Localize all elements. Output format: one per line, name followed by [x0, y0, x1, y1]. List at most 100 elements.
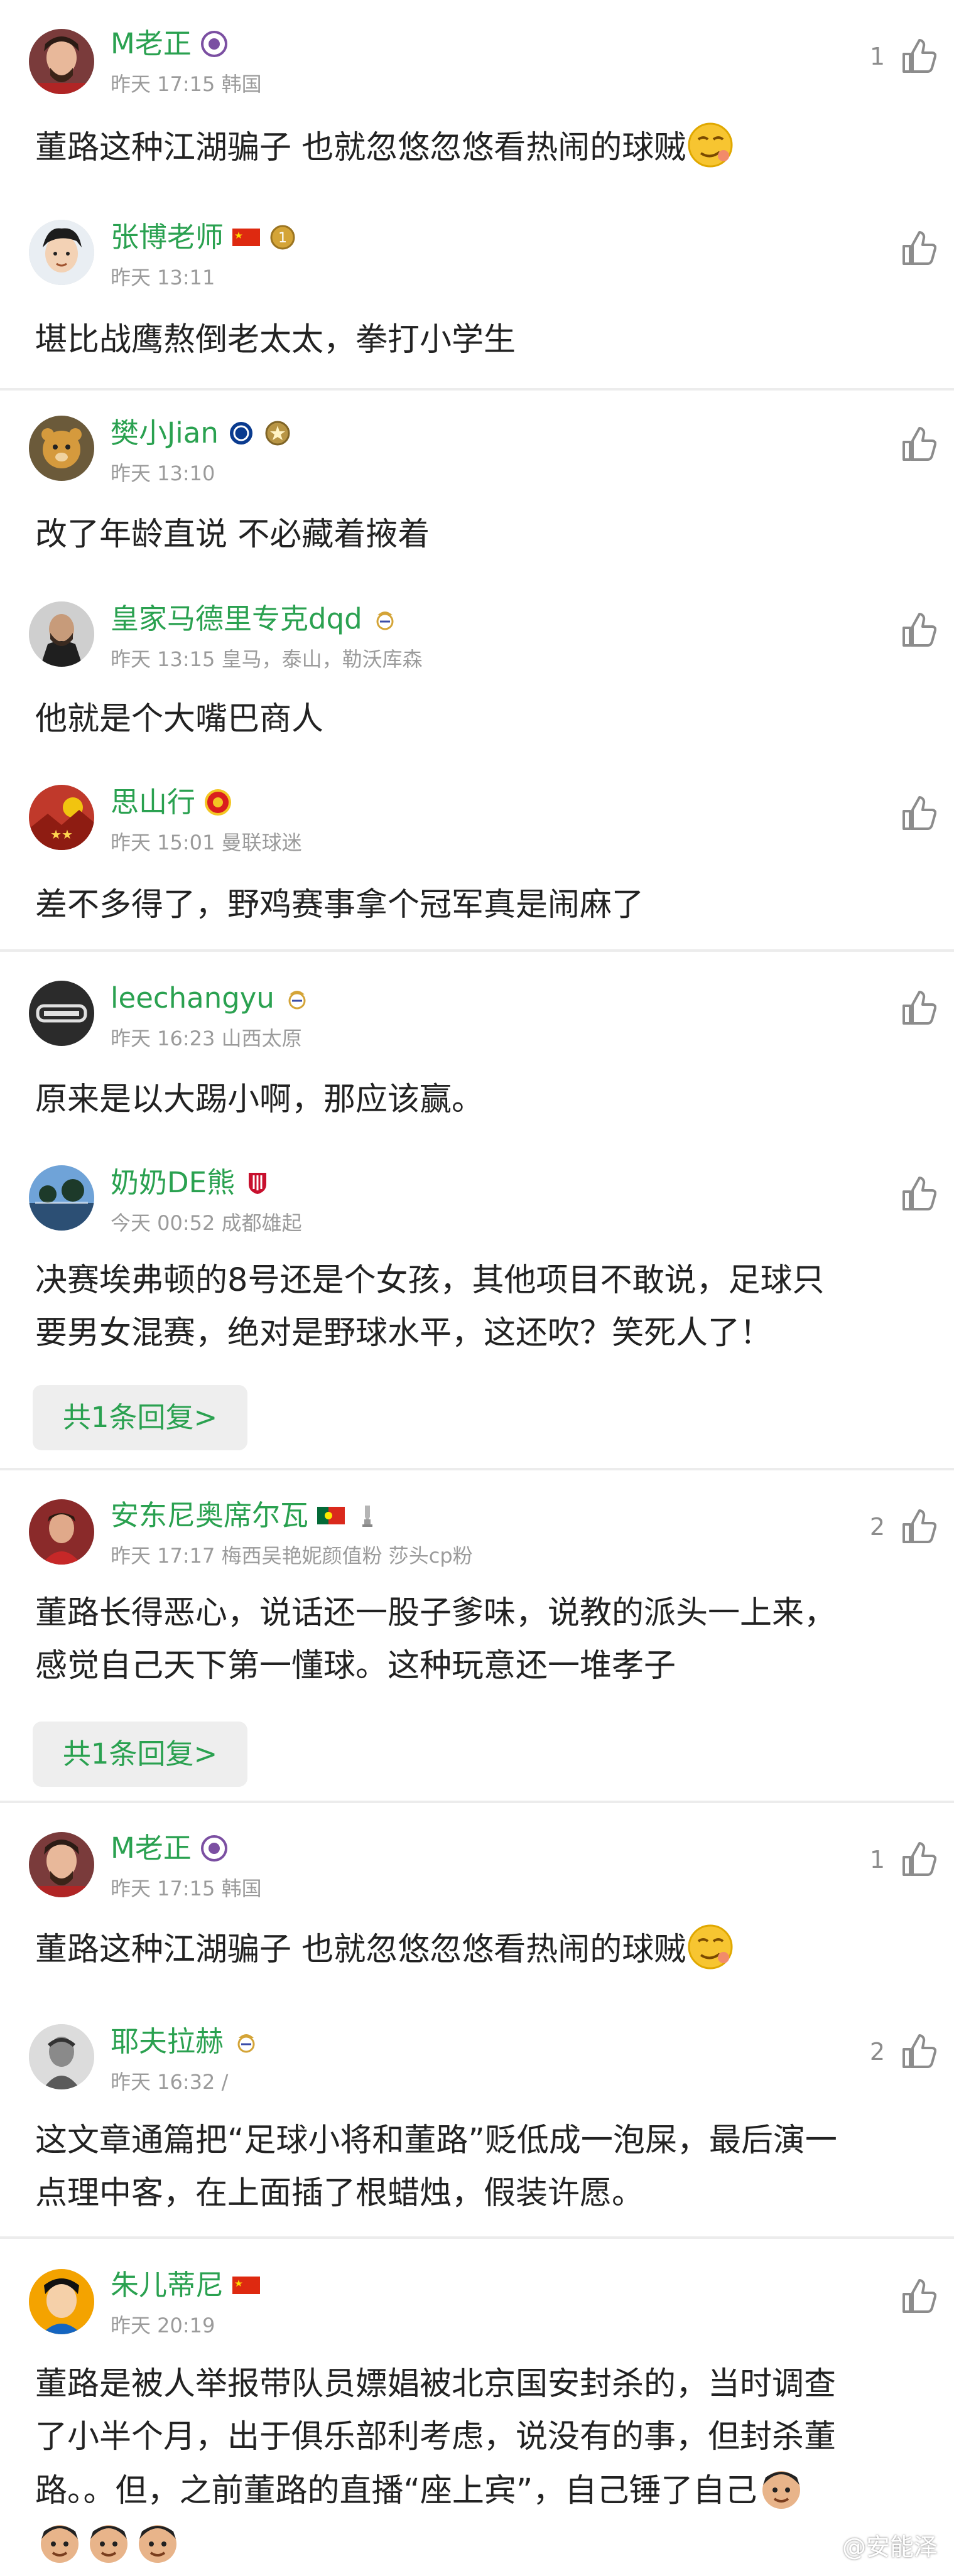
- comment-item: 朱儿蒂尼 昨天 20:19 董路是被人举报带队员嫖娼被北京国安封杀的，当时调查 …: [0, 2239, 954, 2576]
- username[interactable]: 皇家马德里专克dqd: [111, 600, 362, 638]
- like-button[interactable]: 1: [870, 1841, 936, 1878]
- thumbs-up-icon: [903, 613, 936, 647]
- like-count: 2: [869, 2038, 885, 2066]
- chelsea-badge-icon: [227, 419, 255, 447]
- thumbs-up-icon: [903, 1509, 936, 1543]
- thumbs-up-icon: [903, 2279, 936, 2313]
- avatar[interactable]: [29, 220, 94, 285]
- avatar[interactable]: [29, 1499, 94, 1565]
- thumbs-up-icon: [903, 427, 936, 461]
- comment-meta: 昨天 17:15 韩国: [111, 72, 262, 96]
- comment-item: 张博老师 1 昨天 13:11 堪比战鹰熬倒老太太，拳打小学生: [0, 195, 954, 391]
- thumbs-up-icon: [903, 796, 936, 830]
- username[interactable]: 奶奶DE熊: [111, 1164, 235, 1202]
- avatar[interactable]: [29, 1832, 94, 1897]
- comment-text: 差不多得了，野鸡赛事拿个冠军真是闹麻了: [35, 887, 644, 924]
- comment-item: 皇家马德里专克dqd 昨天 13:15 皇马，泰山，勒沃库森 他就是个大嘴巴商人: [0, 576, 954, 762]
- comment-meta: 昨天 16:32 /: [111, 2070, 229, 2094]
- username[interactable]: 樊小Jian: [111, 414, 219, 452]
- comment-text: 原来是以大踢小啊，那应该赢。: [35, 1081, 484, 1118]
- comment-text: 他就是个大嘴巴商人: [35, 701, 324, 738]
- real-madrid-badge-icon: [232, 2028, 260, 2056]
- comment-text: 改了年龄直说 不必藏着掖着: [35, 516, 430, 553]
- avatar[interactable]: [29, 1165, 94, 1231]
- face-emoji-icon: [757, 2464, 806, 2513]
- view-replies-button[interactable]: 共1条回复>: [33, 1722, 247, 1787]
- comment-item: 樊小Jian 昨天 13:10 改了年龄直说 不必藏着掖着: [0, 391, 954, 576]
- avatar[interactable]: [29, 601, 94, 667]
- avatar[interactable]: [29, 2269, 94, 2334]
- avatar[interactable]: ★★: [29, 785, 94, 850]
- like-button[interactable]: [899, 230, 936, 267]
- username[interactable]: 朱儿蒂尼: [111, 2266, 224, 2304]
- username[interactable]: 耶夫拉赫: [111, 2023, 224, 2061]
- like-button[interactable]: [899, 795, 936, 833]
- username[interactable]: 思山行: [111, 784, 195, 821]
- watermark: @安能泽: [842, 2533, 938, 2561]
- like-button[interactable]: [899, 426, 936, 463]
- medal-badge-icon: [264, 419, 291, 447]
- face-emoji-icon: [84, 2518, 133, 2567]
- face-emoji-icon: [35, 2518, 84, 2567]
- username[interactable]: 安东尼奥席尔瓦: [111, 1497, 308, 1534]
- portugal-flag-icon: [317, 1502, 345, 1529]
- username[interactable]: leechangyu: [111, 979, 274, 1017]
- comment-text: 董路长得恶心，说话还一股子爹味，说教的派头一上来， 感觉自己天下第一懂球。这种玩…: [35, 1595, 837, 1684]
- like-count: 1: [869, 1846, 885, 1873]
- comment-item: 安东尼奥席尔瓦 昨天 17:17 梅西吴艳妮颜值粉 莎头cp粉 2 董路长得恶心…: [0, 1470, 954, 1803]
- like-button[interactable]: [899, 612, 936, 649]
- chengdu-badge-icon: [244, 1169, 271, 1197]
- thumbs-up-icon: [903, 39, 936, 73]
- medal-badge-icon: 1: [269, 224, 296, 251]
- trophy-icon: [354, 1502, 381, 1529]
- comment-meta: 今天 00:52 成都雄起: [111, 1211, 302, 1235]
- like-button[interactable]: [899, 1175, 936, 1213]
- username[interactable]: M老正: [111, 25, 192, 63]
- thumbs-up-icon: [903, 2034, 936, 2068]
- like-button[interactable]: 2: [870, 1508, 936, 1546]
- username[interactable]: M老正: [111, 1830, 192, 1867]
- svg-text:★★: ★★: [50, 827, 73, 842]
- avatar[interactable]: [29, 981, 94, 1046]
- emoji-row: [35, 2518, 927, 2572]
- avatar[interactable]: [29, 416, 94, 481]
- like-button[interactable]: 2: [870, 2033, 936, 2071]
- comment-meta: 昨天 13:10: [111, 461, 215, 485]
- thumbs-up-icon: [903, 231, 936, 265]
- comment-text: 董路是被人举报带队员嫖娼被北京国安封杀的，当时调查 了小半个月，出于俱乐部利考虑…: [35, 2358, 927, 2572]
- comment-text: 董路这种江湖骗子 也就忽悠忽悠看热闹的球贼: [35, 121, 927, 175]
- comment-item: 耶夫拉赫 昨天 16:32 / 2 这文章通篇把“足球小将和董路”贬低成一泡屎，…: [0, 1998, 954, 2239]
- comment-item: M老正 昨天 17:15 韩国 1 董路这种江湖骗子 也就忽悠忽悠看热闹的球贼: [0, 0, 954, 195]
- real-madrid-badge-icon: [371, 605, 399, 633]
- comment-item: 奶奶DE熊 今天 00:52 成都雄起 决赛埃弗顿的8号还是个女孩，其他项目不敢…: [0, 1140, 954, 1470]
- face-emoji-icon: [133, 2518, 182, 2567]
- comment-meta: 昨天 13:15 皇马，泰山，勒沃库森: [111, 647, 423, 671]
- smirk-emoji-icon: [686, 121, 735, 170]
- man-utd-badge-icon: [204, 789, 232, 816]
- avatar[interactable]: [29, 29, 94, 94]
- real-madrid-badge-icon: [283, 984, 311, 1012]
- china-flag-icon: [232, 224, 261, 251]
- username[interactable]: 张博老师: [111, 218, 224, 256]
- comment-meta: 昨天 15:01 曼联球迷: [111, 831, 302, 854]
- comment-text: 董路这种江湖骗子 也就忽悠忽悠看热闹的球贼: [35, 1922, 927, 1976]
- comment-item: M老正 昨天 17:15 韩国 1 董路这种江湖骗子 也就忽悠忽悠看热闹的球贼: [0, 1803, 954, 1998]
- comment-meta: 昨天 16:23 山西太原: [111, 1027, 302, 1050]
- view-replies-button[interactable]: 共1条回复>: [33, 1385, 247, 1450]
- comment-meta: 昨天 17:17 梅西吴艳妮颜值粉 莎头cp粉: [111, 1544, 473, 1568]
- svg-text:1: 1: [278, 230, 287, 246]
- like-button[interactable]: 1: [870, 38, 936, 75]
- comment-meta: 昨天 13:11: [111, 266, 215, 289]
- like-button[interactable]: [899, 2278, 936, 2315]
- thumbs-up-icon: [903, 991, 936, 1025]
- like-count: 2: [869, 1513, 885, 1541]
- comment-text: 堪比战鹰熬倒老太太，拳打小学生: [35, 321, 516, 358]
- comment-feed: M老正 昨天 17:15 韩国 1 董路这种江湖骗子 也就忽悠忽悠看热闹的球贼 …: [0, 0, 954, 2576]
- thumbs-up-icon: [903, 1177, 936, 1210]
- comment-item: leechangyu 昨天 16:23 山西太原 原来是以大踢小啊，那应该赢。: [0, 952, 954, 1140]
- comment-meta: 昨天 20:19: [111, 2314, 215, 2337]
- avatar[interactable]: [29, 2024, 94, 2089]
- club-badge-icon: [200, 30, 228, 58]
- like-button[interactable]: [899, 989, 936, 1027]
- comment-text: 决赛埃弗顿的8号还是个女孩，其他项目不敢说，足球只 要男女混赛，绝对是野球水平，…: [35, 1262, 825, 1352]
